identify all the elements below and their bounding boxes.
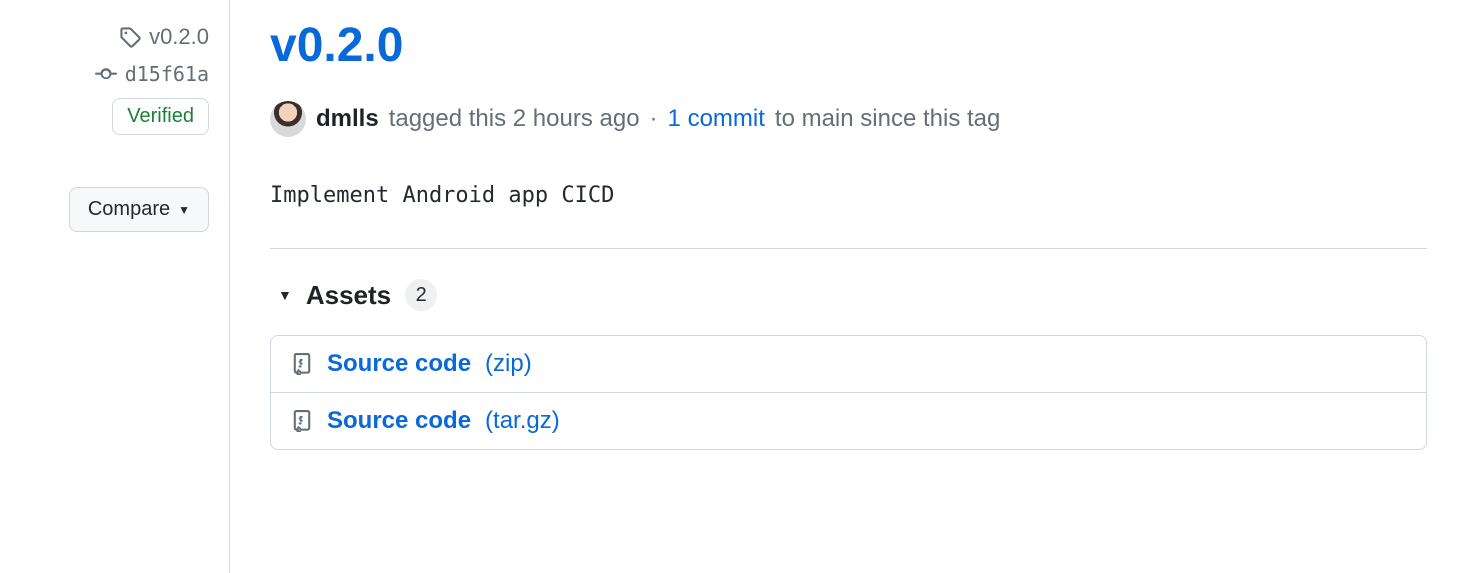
release-description: Implement Android app CICD	[270, 183, 1427, 208]
verified-badge[interactable]: Verified	[112, 98, 209, 135]
asset-item[interactable]: Source code (tar.gz)	[271, 393, 1426, 449]
commit-icon	[95, 63, 117, 85]
commits-link[interactable]: 1 commit	[668, 105, 765, 133]
divider	[270, 248, 1427, 249]
release-title[interactable]: v0.2.0	[270, 18, 1427, 73]
caret-down-icon: ▼	[178, 203, 190, 217]
verified-label: Verified	[127, 105, 194, 127]
release-meta: dmlls tagged this 2 hours ago · 1 commit…	[270, 101, 1427, 137]
tagged-text: tagged this 2 hours ago	[389, 105, 640, 133]
assets-count: 2	[405, 279, 437, 311]
tag-name: v0.2.0	[149, 24, 209, 50]
author-link[interactable]: dmlls	[316, 105, 379, 133]
asset-ext: (zip)	[485, 350, 532, 378]
compare-button[interactable]: Compare ▼	[69, 187, 209, 232]
commit-row[interactable]: d15f61a	[95, 62, 209, 86]
commits-suffix: to main since this tag	[775, 105, 1000, 133]
file-zip-icon	[291, 410, 313, 432]
commit-sha: d15f61a	[125, 62, 209, 86]
compare-label: Compare	[88, 198, 170, 221]
tag-row[interactable]: v0.2.0	[119, 24, 209, 50]
caret-down-icon: ▼	[278, 287, 292, 303]
tag-icon	[119, 26, 141, 48]
asset-item[interactable]: Source code (zip)	[271, 336, 1426, 393]
meta-separator: ·	[650, 105, 658, 133]
file-zip-icon	[291, 353, 313, 375]
assets-toggle[interactable]: ▼ Assets 2	[270, 279, 1427, 311]
asset-name: Source code	[327, 350, 471, 378]
avatar[interactable]	[270, 101, 306, 137]
asset-name: Source code	[327, 407, 471, 435]
asset-ext: (tar.gz)	[485, 407, 560, 435]
assets-list: Source code (zip) Source code (tar.gz)	[270, 335, 1427, 450]
assets-label: Assets	[306, 280, 391, 311]
